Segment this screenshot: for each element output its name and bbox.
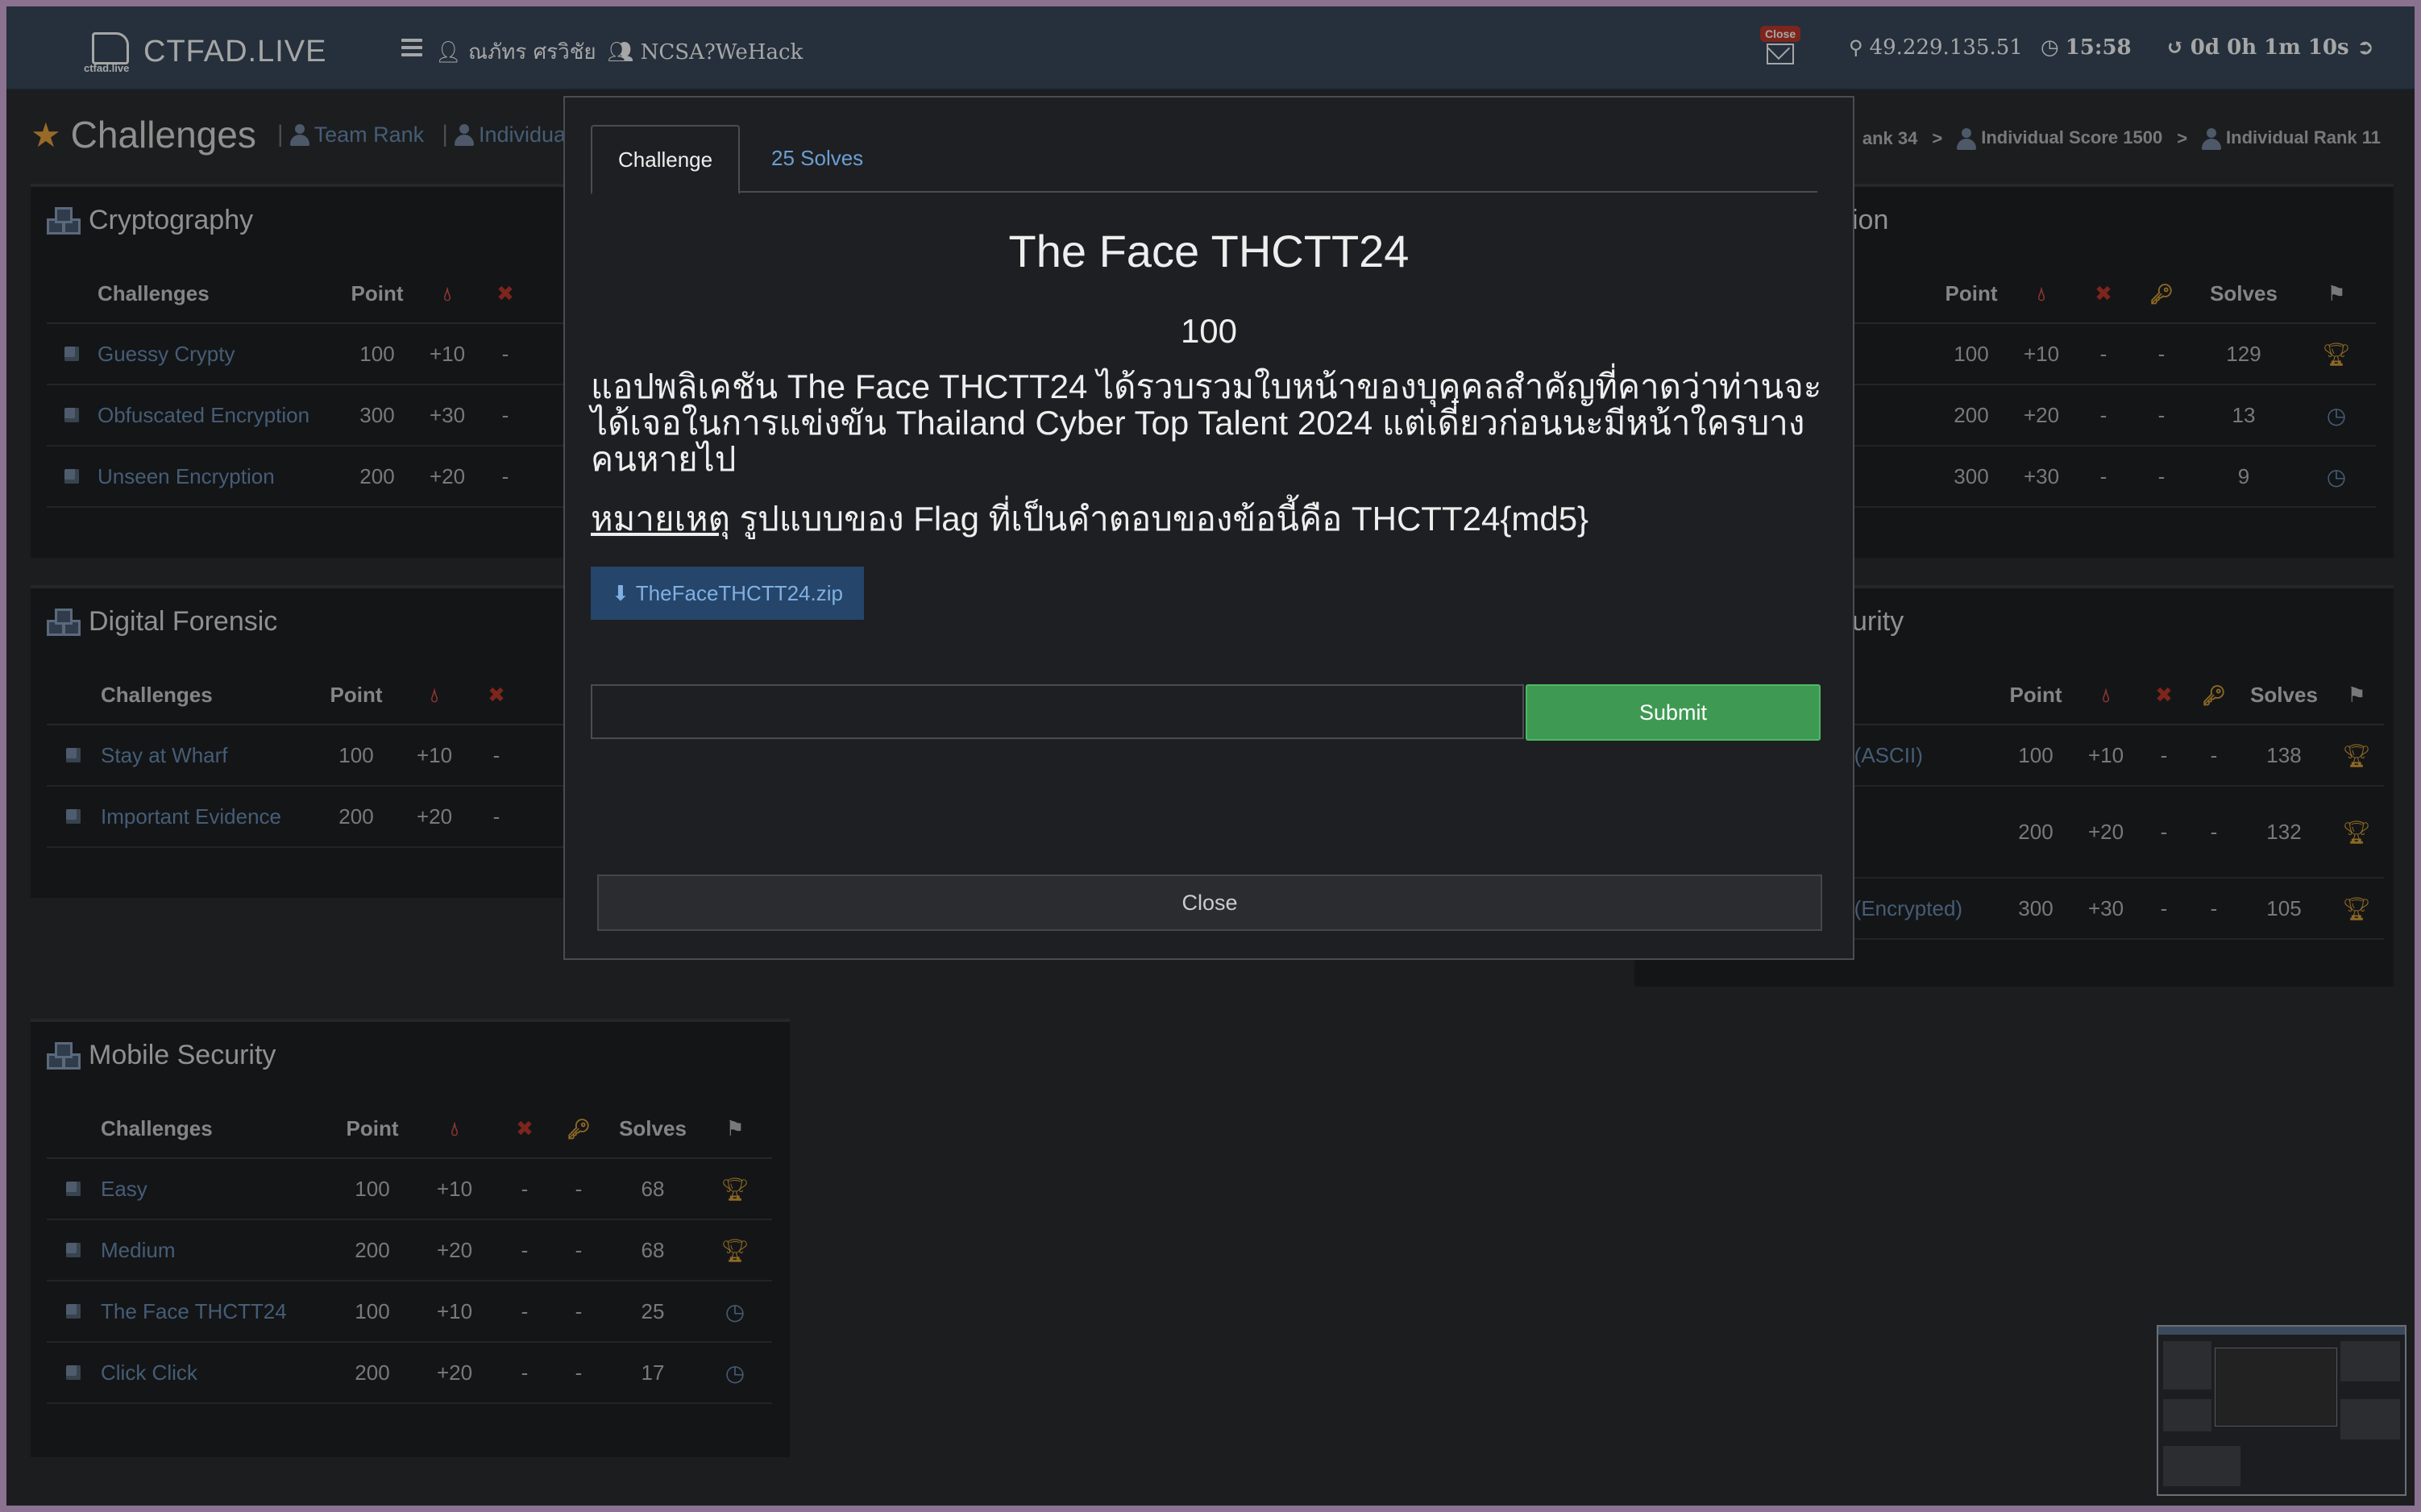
challenge-description: แอปพลิเคชัน The Face THCTT24 ได้รวบรวมใบ… (591, 368, 1822, 478)
challenge-modal: Challenge 25 Solves The Face THCTT24 100… (563, 96, 1854, 960)
challenge-points: 100 (1180, 312, 1238, 350)
challenge-note: หมายเหตุ รูปแบบของ Flag ที่เป็นคำตอบของข… (591, 492, 1832, 546)
submit-button[interactable]: Submit (1526, 684, 1821, 741)
app-window: ctfad.live CTFAD.LIVE 👤︎ ณภัทร ศรวิชัย 👥… (6, 6, 2415, 1506)
note-label: หมายเหตุ (591, 500, 730, 538)
challenge-title: The Face THCTT24 (1008, 226, 1410, 276)
download-file-button[interactable]: ⬇ TheFaceTHCTT24.zip (591, 567, 864, 620)
screenshot-thumbnail[interactable] (2157, 1325, 2406, 1496)
note-text: รูปแบบของ Flag ที่เป็นคำตอบของข้อนี้คือ … (729, 500, 1589, 538)
flag-input[interactable] (591, 684, 1524, 739)
download-icon: ⬇ (612, 581, 629, 605)
download-file-name: TheFaceTHCTT24.zip (635, 581, 843, 605)
modal-tabs: Challenge 25 Solves (591, 125, 1817, 194)
tab-solves[interactable]: 25 Solves (745, 125, 889, 191)
tab-challenge[interactable]: Challenge (591, 125, 741, 194)
close-button[interactable]: Close (597, 874, 1822, 931)
